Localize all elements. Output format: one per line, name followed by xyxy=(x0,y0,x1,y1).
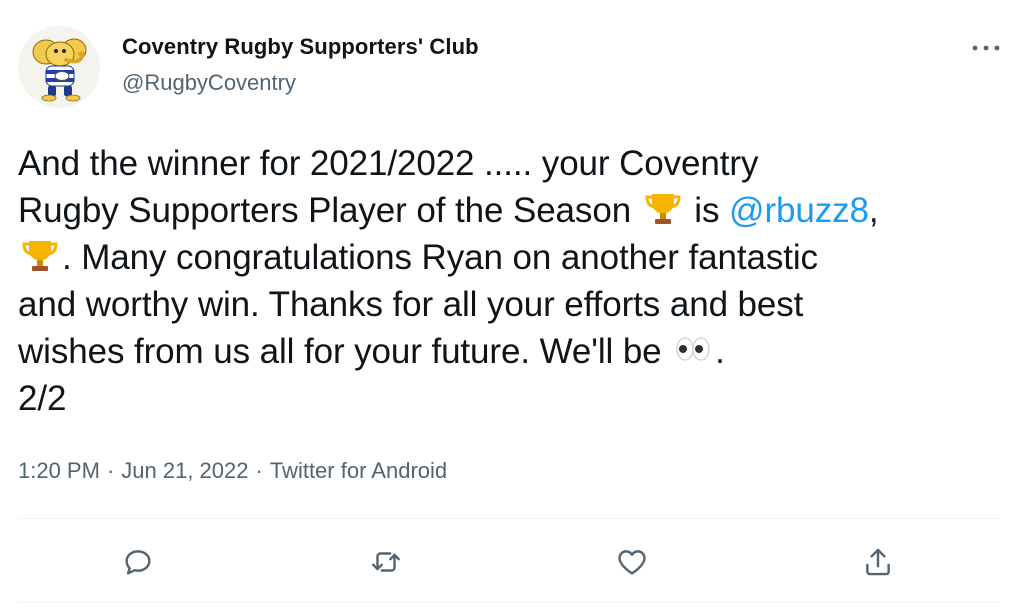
tweet-line: . Many congratulations Ryan on another f… xyxy=(18,234,1008,281)
retweet-button[interactable] xyxy=(364,540,408,584)
tweet-time[interactable]: 1:20 PM xyxy=(18,458,100,483)
avatar[interactable] xyxy=(18,26,100,108)
tweet: Coventry Rugby Supporters' Club @RugbyCo… xyxy=(0,0,1024,614)
share-icon xyxy=(866,548,890,576)
tweet-line: 2/2 xyxy=(18,379,67,418)
elephant-mascot-icon xyxy=(32,38,87,102)
share-button[interactable] xyxy=(856,540,900,584)
tweet-line: Rugby Supporters Player of the Season is… xyxy=(18,187,1008,234)
tweet-line: and worthy win. Thanks for all your effo… xyxy=(18,285,804,324)
more-options-button[interactable] xyxy=(966,36,1006,60)
tweet-line: wishes from us all for your future. We'l… xyxy=(18,328,1008,375)
tweet-line: And the winner for 2021/2022 ..... your … xyxy=(18,144,759,183)
eyes-emoji-icon xyxy=(673,329,713,369)
tweet-text: And the winner for 2021/2022 ..... your … xyxy=(18,140,1008,422)
tweet-date[interactable]: Jun 21, 2022 xyxy=(121,458,248,483)
like-icon xyxy=(618,550,646,575)
meta-separator: · xyxy=(106,458,115,483)
reply-button[interactable] xyxy=(116,540,160,584)
reply-icon xyxy=(125,550,151,575)
like-button[interactable] xyxy=(610,540,654,584)
tweet-source[interactable]: Twitter for Android xyxy=(270,458,447,483)
divider xyxy=(18,518,1000,519)
mention-link[interactable]: @rbuzz8 xyxy=(729,191,869,230)
more-dots-icon xyxy=(972,45,1000,51)
display-name[interactable]: Coventry Rugby Supporters' Club xyxy=(122,34,479,60)
action-bar xyxy=(0,540,1024,584)
divider xyxy=(18,602,1000,603)
user-handle[interactable]: @RugbyCoventry xyxy=(122,70,296,96)
meta-separator: · xyxy=(255,458,263,483)
trophy-emoji-icon xyxy=(20,235,60,275)
trophy-emoji-icon xyxy=(643,188,683,228)
retweet-icon xyxy=(372,552,400,572)
tweet-meta: 1:20 PM · Jun 21, 2022 · Twitter for Android xyxy=(18,458,447,484)
